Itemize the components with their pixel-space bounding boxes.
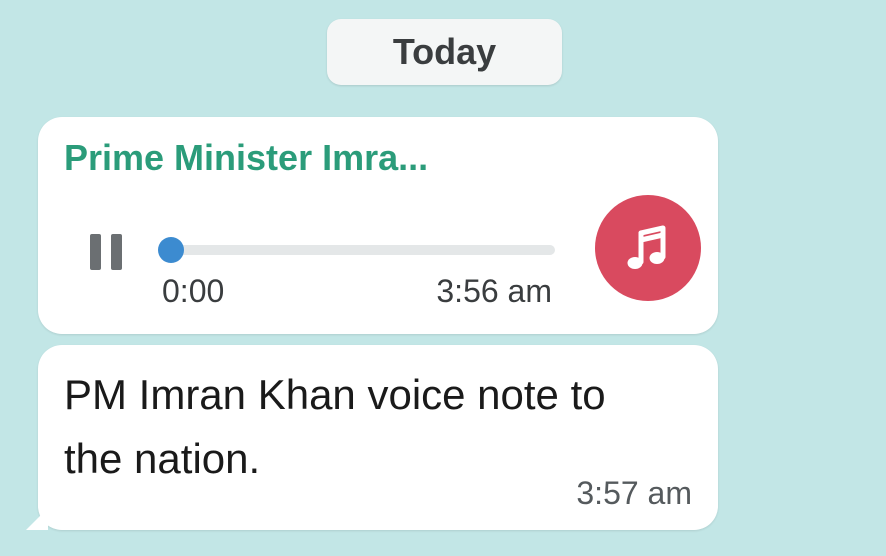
bubble-tail: [26, 508, 48, 530]
sender-name[interactable]: Prime Minister Imra...: [64, 137, 428, 179]
audio-scrubber-thumb[interactable]: [158, 237, 184, 263]
text-message-bubble: PM Imran Khan voice note to the nation. …: [26, 345, 718, 530]
audio-elapsed-time: 0:00: [162, 273, 225, 309]
music-note-icon: [627, 225, 666, 269]
music-badge: [595, 195, 701, 301]
audio-message-bubble: Prime Minister Imra... 0:00 3:56 am: [38, 117, 718, 334]
date-divider-label: Today: [392, 31, 497, 72]
pause-button[interactable]: [88, 234, 124, 270]
text-message-timestamp: 3:57 am: [576, 475, 692, 511]
message-text: PM Imran Khan voice note to the nation.: [64, 371, 606, 482]
pause-icon: [90, 234, 101, 270]
audio-message-timestamp: 3:56 am: [436, 273, 552, 309]
audio-progress-track[interactable]: [158, 237, 555, 263]
date-divider: Today: [327, 19, 562, 85]
